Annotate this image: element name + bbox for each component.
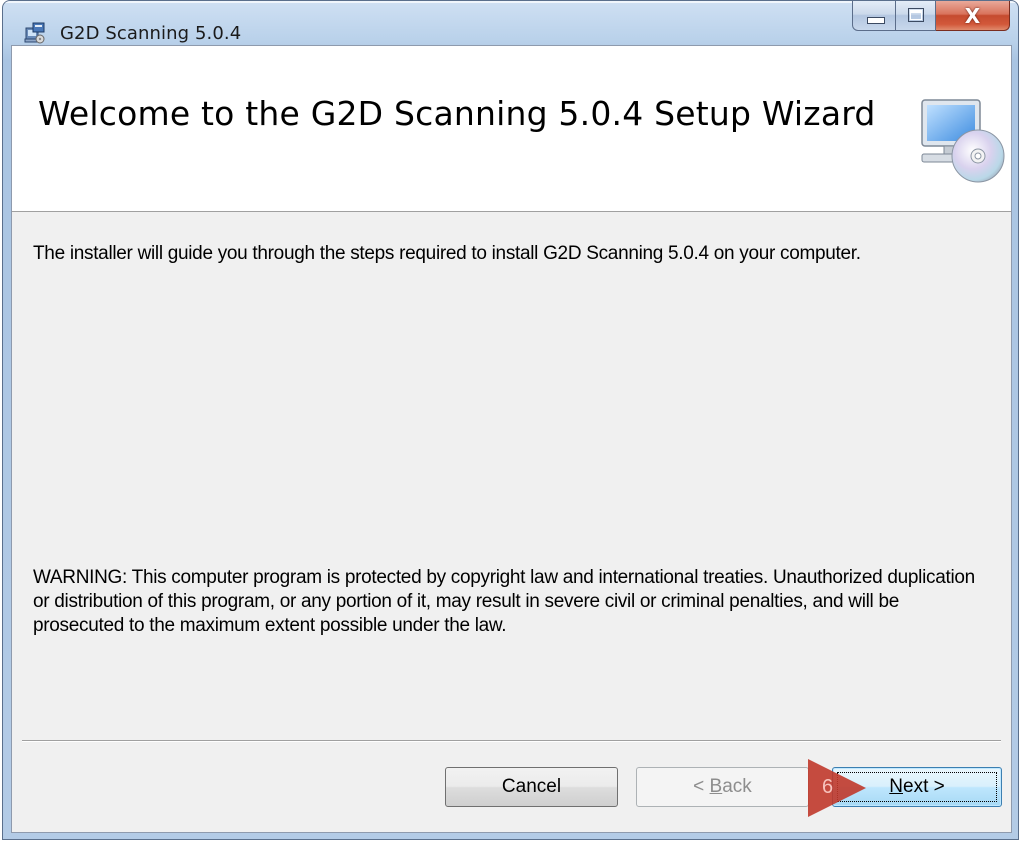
wizard-client-area: Welcome to the G2D Scanning 5.0.4 Setup … xyxy=(11,45,1012,833)
wizard-banner: Welcome to the G2D Scanning 5.0.4 Setup … xyxy=(12,46,1011,212)
back-prefix: < xyxy=(693,776,710,797)
back-mnemonic: B xyxy=(709,776,723,797)
maximize-button[interactable] xyxy=(896,1,936,31)
wizard-title: Welcome to the G2D Scanning 5.0.4 Setup … xyxy=(38,94,876,133)
copyright-warning-text: WARNING: This computer program is protec… xyxy=(33,567,975,636)
minimize-button[interactable] xyxy=(852,1,896,31)
installer-window: G2D Scanning 5.0.4 X Welcome to the G2D … xyxy=(2,0,1019,840)
step-arrow-icon xyxy=(808,759,866,817)
intro-text: The installer will guide you through the… xyxy=(33,243,861,264)
installer-app-icon xyxy=(24,22,45,44)
maximize-icon xyxy=(908,8,924,22)
button-bar-divider xyxy=(22,740,1001,742)
title-bar[interactable]: G2D Scanning 5.0.4 X xyxy=(3,1,1018,45)
window-title: G2D Scanning 5.0.4 xyxy=(60,23,242,44)
cancel-button[interactable]: Cancel xyxy=(445,767,618,807)
close-icon: X xyxy=(964,4,981,28)
back-label-rest: ack xyxy=(722,776,752,797)
close-button[interactable]: X xyxy=(936,1,1010,31)
step-number-label: 6 xyxy=(822,776,834,798)
minimize-icon xyxy=(867,17,885,24)
caption-buttons: X xyxy=(852,1,1010,31)
computer-with-cd-icon xyxy=(921,99,1005,183)
back-button[interactable]: < Back xyxy=(636,767,809,807)
